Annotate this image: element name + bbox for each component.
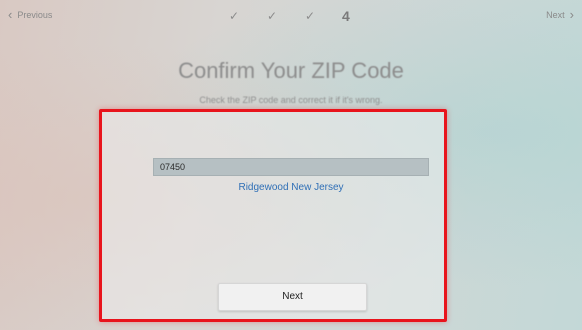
page-subtitle: Check the ZIP code and correct it if it'… bbox=[199, 95, 383, 105]
previous-button[interactable]: ‹ Previous bbox=[8, 7, 53, 22]
step-3-checkmark-icon: ✓ bbox=[304, 9, 316, 23]
step-1-checkmark-icon: ✓ bbox=[228, 9, 240, 23]
previous-label: Previous bbox=[17, 10, 53, 20]
step-indicator: ✓ ✓ ✓ 4 bbox=[228, 8, 350, 24]
location-link[interactable]: Ridgewood New Jersey bbox=[0, 182, 582, 193]
step-2-checkmark-icon: ✓ bbox=[266, 9, 278, 23]
current-step-number: 4 bbox=[342, 8, 350, 24]
chevron-right-icon: › bbox=[569, 7, 574, 22]
next-nav-button[interactable]: Next › bbox=[546, 7, 574, 22]
page-title: Confirm Your ZIP Code bbox=[178, 58, 404, 83]
chevron-left-icon: ‹ bbox=[8, 7, 13, 22]
next-nav-label: Next bbox=[546, 10, 565, 20]
next-button[interactable]: Next bbox=[218, 283, 367, 311]
top-navigation-bar: ‹ Previous ✓ ✓ ✓ 4 Next › bbox=[0, 0, 582, 32]
zip-code-input[interactable]: 07450 bbox=[153, 158, 429, 176]
